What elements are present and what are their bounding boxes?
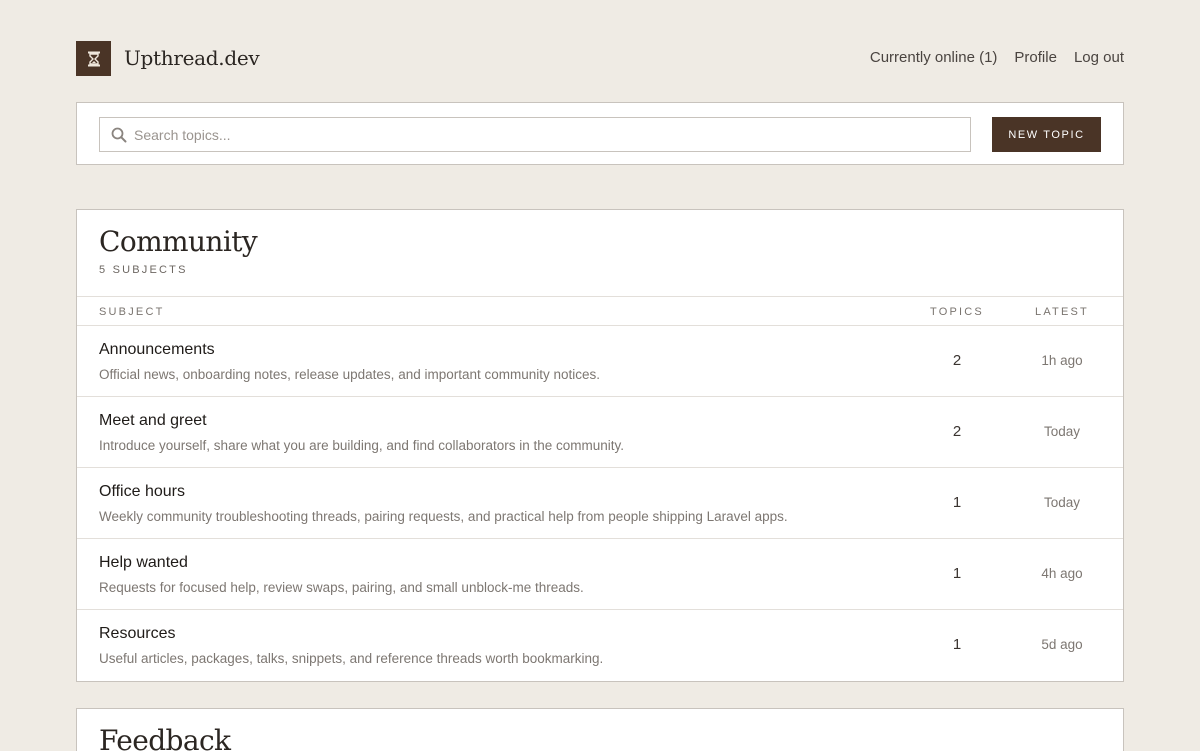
subject-row-resources[interactable]: Resources Useful articles, packages, tal… xyxy=(77,610,1123,681)
top-nav: Currently online (1) Profile Log out xyxy=(870,49,1124,66)
new-topic-button[interactable]: NEW TOPIC xyxy=(992,117,1101,152)
nav-currently-online[interactable]: Currently online (1) xyxy=(870,49,998,66)
subject-name[interactable]: Meet and greet xyxy=(99,412,207,430)
column-header-subject: SUBJECT xyxy=(99,306,165,318)
subject-name[interactable]: Office hours xyxy=(99,483,185,501)
subject-description: Requests for focused help, review swaps,… xyxy=(99,580,584,595)
topic-count: 1 xyxy=(952,494,962,511)
section-title: Community xyxy=(99,225,258,258)
subject-description: Introduce yourself, share what you are b… xyxy=(99,438,625,453)
section-subtitle: 5 SUBJECTS xyxy=(99,264,188,276)
feedback-card: Feedback xyxy=(76,708,1124,751)
subject-description: Weekly community troubleshooting threads… xyxy=(99,509,788,524)
column-header-topics: TOPICS xyxy=(930,306,984,318)
search-field xyxy=(99,117,971,152)
nav-profile[interactable]: Profile xyxy=(1014,49,1057,66)
nav-logout[interactable]: Log out xyxy=(1074,49,1124,66)
section-title: Feedback xyxy=(99,724,231,751)
search-input[interactable] xyxy=(134,118,954,151)
subject-row-meet-and-greet[interactable]: Meet and greet Introduce yourself, share… xyxy=(77,397,1123,468)
latest-activity: Today xyxy=(1043,495,1081,510)
search-icon xyxy=(111,127,127,143)
subject-description: Official news, onboarding notes, release… xyxy=(99,367,601,382)
latest-activity: Today xyxy=(1043,424,1081,439)
topic-count: 1 xyxy=(952,636,962,653)
column-header-latest: LATEST xyxy=(1035,306,1089,318)
top-bar: Upthread.dev Currently online (1) Profil… xyxy=(76,41,1124,76)
subject-list: Announcements Official news, onboarding … xyxy=(77,326,1123,681)
subject-name[interactable]: Announcements xyxy=(99,341,215,359)
search-card: NEW TOPIC xyxy=(76,102,1124,165)
subject-row-announcements[interactable]: Announcements Official news, onboarding … xyxy=(77,326,1123,397)
topic-count: 1 xyxy=(952,565,962,582)
table-header: SUBJECT TOPICS LATEST xyxy=(77,296,1123,326)
subject-name[interactable]: Resources xyxy=(99,625,175,643)
subject-row-help-wanted[interactable]: Help wanted Requests for focused help, r… xyxy=(77,539,1123,610)
latest-activity: 1h ago xyxy=(1041,353,1083,368)
topic-count: 2 xyxy=(952,423,962,440)
latest-activity: 4h ago xyxy=(1041,566,1083,581)
subject-description: Useful articles, packages, talks, snippe… xyxy=(99,651,604,666)
brand-name[interactable]: Upthread.dev xyxy=(124,46,260,70)
subject-row-office-hours[interactable]: Office hours Weekly community troublesho… xyxy=(77,468,1123,539)
logo[interactable] xyxy=(76,41,111,76)
latest-activity: 5d ago xyxy=(1041,637,1083,652)
topic-count: 2 xyxy=(952,352,962,369)
hourglass-icon xyxy=(87,51,100,66)
subject-name[interactable]: Help wanted xyxy=(99,554,188,572)
community-card: Community 5 SUBJECTS SUBJECT TOPICS LATE… xyxy=(76,209,1124,682)
